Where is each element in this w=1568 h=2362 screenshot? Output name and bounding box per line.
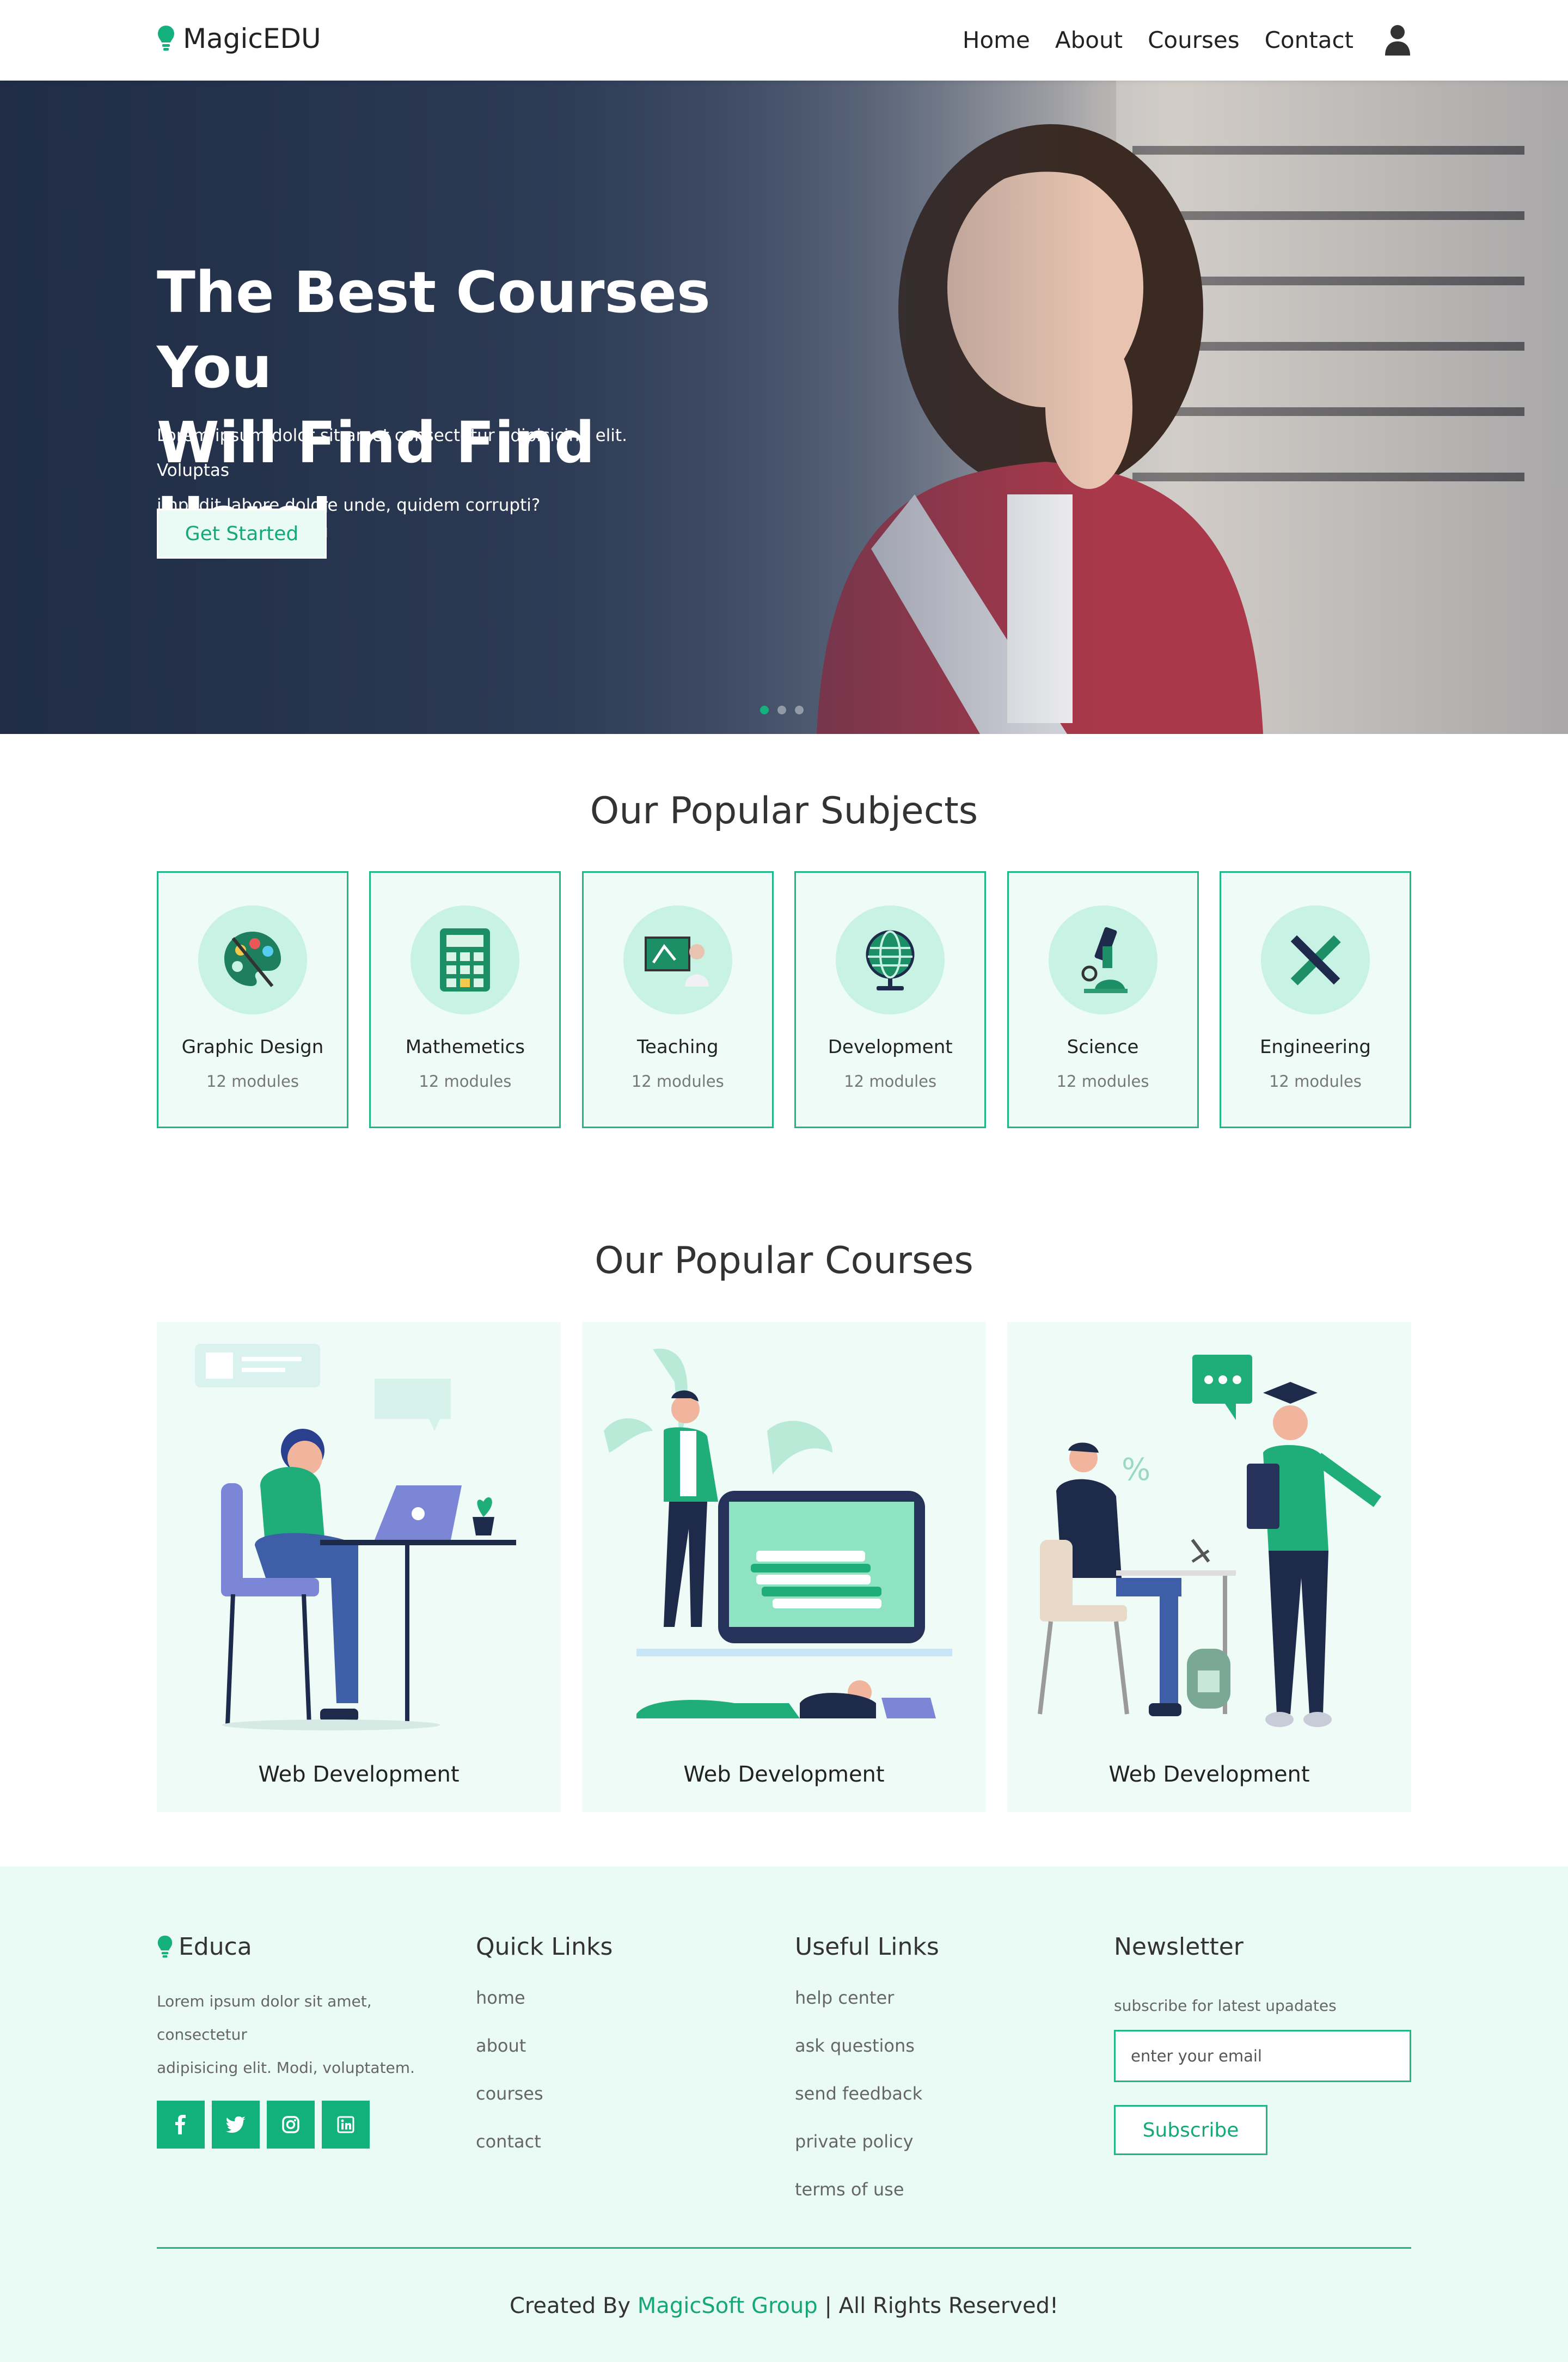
course-illustration-monitor-books (604, 1348, 952, 1718)
facebook-icon[interactable] (157, 2101, 205, 2149)
footer-link-about[interactable]: about (476, 2022, 612, 2070)
footer-link-contact[interactable]: contact (476, 2118, 612, 2165)
subject-modules: 12 modules (844, 1072, 937, 1091)
copyright-suffix: | All Rights Reserved! (824, 2293, 1059, 2318)
subject-card-development[interactable]: Development 12 modules (794, 871, 987, 1128)
footer-about-line-1: Lorem ipsum dolor sit amet, consectetur (157, 1992, 372, 2043)
subjects-section-title: Our Popular Subjects (590, 790, 978, 833)
microscope-icon (1048, 905, 1157, 1014)
subject-card-engineering[interactable]: Engineering 12 modules (1219, 871, 1411, 1128)
footer-link-terms-of-use[interactable]: terms of use (795, 2165, 939, 2213)
user-icon[interactable] (1384, 24, 1411, 56)
hero-subtitle-line-1: Lorem ipsum dolor sit amet consectetur a… (157, 426, 627, 480)
footer-divider (157, 2247, 1411, 2249)
course-illustration-graduate: % (1038, 1355, 1382, 1727)
footer-about-line-2: adipisicing elit. Modi, voluptatem. (157, 2059, 415, 2077)
course-card-1[interactable]: Web Development (157, 1322, 561, 1812)
svg-text:%: % (1122, 1452, 1150, 1488)
subject-card-science[interactable]: Science 12 modules (1007, 871, 1199, 1128)
footer-about-text: Lorem ipsum dolor sit amet, consectetur … (157, 1985, 462, 2084)
subject-modules: 12 modules (1269, 1072, 1362, 1091)
nav-home[interactable]: Home (963, 27, 1030, 53)
subject-name: Engineering (1259, 1036, 1371, 1058)
lightbulb-icon (157, 1935, 173, 1957)
copyright: Created By MagicSoft Group | All Rights … (0, 2293, 1568, 2318)
lightbulb-icon (158, 26, 174, 51)
course-title: Web Development (1108, 1762, 1310, 1787)
subject-name: Graphic Design (181, 1036, 324, 1058)
linkedin-icon[interactable] (322, 2101, 370, 2149)
ruler-pencil-icon (1260, 905, 1370, 1014)
footer-link-send-feedback[interactable]: send feedback (795, 2070, 939, 2118)
footer-link-private-policy[interactable]: private policy (795, 2118, 939, 2165)
top-navbar: MagicEDU Home About Courses Contact (0, 0, 1568, 81)
nav-contact[interactable]: Contact (1265, 27, 1353, 53)
twitter-icon[interactable] (212, 2101, 260, 2149)
hero-title-line-1: The Best Courses You (157, 259, 710, 401)
footer-link-courses[interactable]: courses (476, 2070, 612, 2118)
nav-courses[interactable]: Courses (1148, 27, 1240, 53)
subject-name: Teaching (636, 1036, 719, 1058)
calculator-icon (411, 905, 520, 1014)
course-card-2[interactable]: Web Development (582, 1322, 986, 1812)
subject-modules: 12 modules (1056, 1072, 1149, 1091)
teacher-board-icon (623, 905, 732, 1014)
subject-modules: 12 modules (631, 1072, 724, 1091)
course-card-3[interactable]: % Web Development (1007, 1322, 1411, 1812)
copyright-prefix: Created By (509, 2293, 631, 2318)
newsletter-email-input[interactable]: enter your email (1114, 2030, 1411, 2082)
globe-icon (836, 905, 945, 1014)
newsletter-title: Newsletter (1114, 1933, 1244, 1961)
hero-banner: The Best Courses You Will Find Find Here… (0, 81, 1568, 734)
copyright-brand-link[interactable]: MagicSoft Group (638, 2293, 818, 2318)
brand-name: MagicEDU (183, 23, 321, 54)
footer-brand[interactable]: Educa (157, 1933, 462, 1961)
carousel-dot-3[interactable] (795, 706, 804, 714)
footer-quick-links: Quick Links home about courses contact (476, 1933, 612, 2165)
main-menu: Home About Courses Contact (938, 24, 1411, 56)
courses-grid: Web Development Web Development % Web De… (157, 1322, 1411, 1812)
carousel-dot-1[interactable] (760, 706, 769, 714)
footer-newsletter: Newsletter subscribe for latest upadates… (1114, 1933, 1411, 2155)
useful-links-list: help center ask questions send feedback … (795, 1974, 939, 2213)
subject-name: Development (828, 1036, 953, 1058)
subject-modules: 12 modules (206, 1072, 299, 1091)
quick-links-title: Quick Links (476, 1933, 613, 1961)
palette-icon (198, 905, 307, 1014)
footer-about: Educa Lorem ipsum dolor sit amet, consec… (157, 1933, 462, 2149)
carousel-dot-2[interactable] (777, 706, 786, 714)
brand-logo[interactable]: MagicEDU (157, 23, 321, 54)
subject-card-graphic-design[interactable]: Graphic Design 12 modules (157, 871, 348, 1128)
subjects-grid: Graphic Design 12 modules Mathemetics 12… (157, 871, 1411, 1128)
subject-card-teaching[interactable]: Teaching 12 modules (581, 871, 774, 1128)
course-title: Web Development (258, 1762, 460, 1787)
hero-subtitle: Lorem ipsum dolor sit amet consectetur a… (157, 418, 690, 523)
get-started-button[interactable]: Get Started (157, 509, 327, 559)
social-links (157, 2101, 462, 2149)
footer-useful-links: Useful Links help center ask questions s… (795, 1933, 939, 2213)
useful-links-title: Useful Links (795, 1933, 939, 1961)
newsletter-subtitle: subscribe for latest upadates (1114, 1997, 1337, 2015)
subject-name: Science (1067, 1036, 1139, 1058)
subscribe-button[interactable]: Subscribe (1114, 2105, 1267, 2155)
course-illustration-laptop-woman (195, 1344, 516, 1730)
site-footer: Educa Lorem ipsum dolor sit amet, consec… (0, 1867, 1568, 2362)
subject-card-mathematics[interactable]: Mathemetics 12 modules (369, 871, 561, 1128)
footer-link-ask-questions[interactable]: ask questions (795, 2022, 939, 2070)
subject-modules: 12 modules (419, 1072, 512, 1091)
footer-brand-name: Educa (179, 1933, 252, 1961)
courses-section-title: Our Popular Courses (595, 1239, 973, 1282)
course-title: Web Development (683, 1762, 885, 1787)
instagram-icon[interactable] (267, 2101, 315, 2149)
quick-links-list: home about courses contact (476, 1974, 612, 2165)
nav-about[interactable]: About (1055, 27, 1123, 53)
carousel-indicators (760, 706, 804, 714)
subject-name: Mathemetics (405, 1036, 525, 1058)
footer-link-home[interactable]: home (476, 1974, 612, 2022)
footer-link-help-center[interactable]: help center (795, 1974, 939, 2022)
